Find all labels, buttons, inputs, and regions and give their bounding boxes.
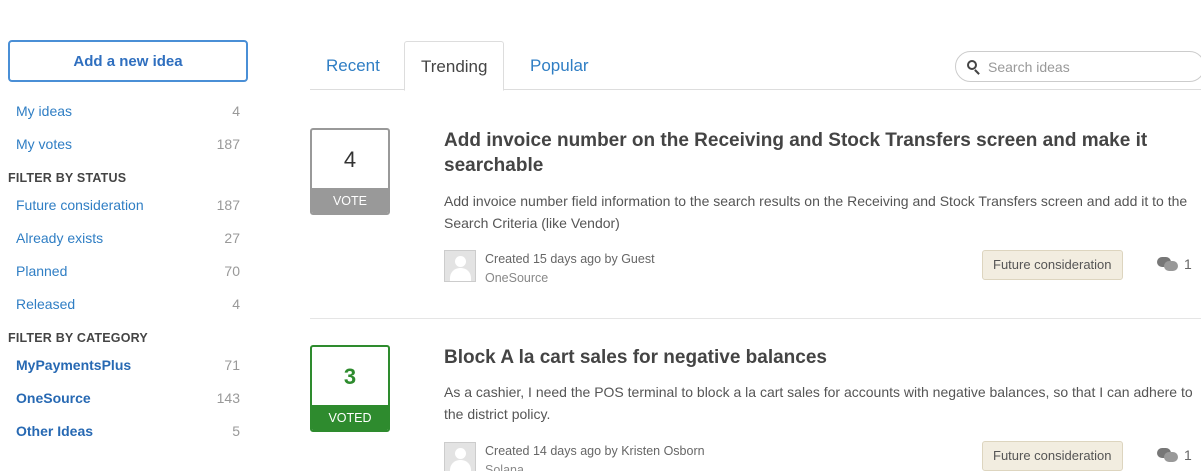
sidebar-item-count: 70 — [224, 262, 240, 279]
personal-filter-list: My ideas 4 My votes 187 — [8, 94, 248, 160]
sidebar-item-count: 5 — [232, 422, 240, 439]
sidebar-item-label[interactable]: MyPaymentsPlus — [16, 357, 131, 373]
search-box[interactable] — [955, 51, 1201, 82]
comments-count: 1 — [1184, 447, 1192, 463]
idea-item: 4 VOTE Add invoice number on the Receivi… — [310, 128, 1201, 298]
sidebar-item-onesource[interactable]: OneSource 143 — [8, 381, 248, 414]
vote-label: VOTED — [312, 405, 388, 430]
sidebar-item-label[interactable]: Future consideration — [16, 197, 144, 213]
sidebar-item-count: 187 — [216, 196, 240, 213]
sidebar-item-count: 4 — [232, 102, 240, 119]
search-icon — [966, 59, 982, 75]
status-filter-heading: FILTER BY STATUS — [8, 171, 127, 185]
sidebar-item-label[interactable]: Other Ideas — [16, 423, 93, 439]
category-filter-list: MyPaymentsPlus 71 OneSource 143 Other Id… — [8, 348, 248, 447]
vote-button[interactable]: 4 VOTE — [310, 128, 390, 215]
status-badge: Future consideration — [982, 250, 1123, 280]
voted-button[interactable]: 3 VOTED — [310, 345, 390, 432]
sidebar-item-label[interactable]: My ideas — [16, 103, 72, 119]
idea-title[interactable]: Add invoice number on the Receiving and … — [444, 128, 1174, 178]
vote-count: 3 — [343, 364, 357, 389]
search-input[interactable] — [988, 58, 1188, 75]
idea-meta: Created 15 days ago by Guest OneSource — [444, 250, 655, 288]
status-badge: Future consideration — [982, 441, 1123, 471]
tab-popular[interactable]: Popular — [514, 41, 605, 90]
tab-recent[interactable]: Recent — [310, 41, 396, 90]
sidebar-item-my-ideas[interactable]: My ideas 4 — [8, 94, 248, 127]
avatar — [444, 250, 476, 282]
comments-count: 1 — [1184, 256, 1192, 272]
add-new-idea-button[interactable]: Add a new idea — [8, 40, 248, 82]
status-filter-list: Future consideration 187 Already exists … — [8, 188, 248, 320]
tab-trending[interactable]: Trending — [404, 41, 505, 91]
sidebar-item-future-consideration[interactable]: Future consideration 187 — [8, 188, 248, 221]
comments-link[interactable]: 1 — [1157, 447, 1192, 463]
author-org: Solana — [485, 463, 524, 471]
tab-bar: Recent Trending Popular — [310, 41, 1201, 91]
sidebar-item-label[interactable]: OneSource — [16, 390, 91, 406]
comments-link[interactable]: 1 — [1157, 256, 1192, 272]
sidebar-item-count: 143 — [216, 389, 240, 406]
idea-description: Add invoice number field information to … — [444, 193, 1188, 231]
sidebar-item-other-ideas[interactable]: Other Ideas 5 — [8, 414, 248, 447]
sidebar-item-label[interactable]: Released — [16, 296, 75, 312]
idea-meta: Created 14 days ago by Kristen Osborn So… — [444, 442, 705, 471]
sidebar: Add a new idea My ideas 4 My votes 187 F… — [8, 40, 248, 447]
sidebar-item-mypaymentsplus[interactable]: MyPaymentsPlus 71 — [8, 348, 248, 381]
idea-divider — [310, 318, 1201, 319]
sidebar-item-label[interactable]: Already exists — [16, 230, 103, 246]
created-info: Created 15 days ago by Guest — [485, 252, 655, 266]
sidebar-item-already-exists[interactable]: Already exists 27 — [8, 221, 248, 254]
comments-icon — [1157, 447, 1179, 463]
sidebar-item-released[interactable]: Released 4 — [8, 287, 248, 320]
vote-label: VOTE — [312, 188, 388, 213]
sidebar-item-count: 27 — [224, 229, 240, 246]
sidebar-item-count: 4 — [232, 295, 240, 312]
comments-icon — [1157, 256, 1179, 272]
sidebar-item-my-votes[interactable]: My votes 187 — [8, 127, 248, 160]
sidebar-item-count: 71 — [224, 356, 240, 373]
avatar — [444, 442, 476, 471]
sidebar-item-label[interactable]: My votes — [16, 136, 72, 152]
sidebar-item-count: 187 — [216, 135, 240, 152]
created-info: Created 14 days ago by Kristen Osborn — [485, 444, 705, 458]
sidebar-item-label[interactable]: Planned — [16, 263, 67, 279]
idea-title[interactable]: Block A la cart sales for negative balan… — [444, 345, 1174, 370]
author-org: OneSource — [485, 271, 549, 285]
idea-item: 3 VOTED Block A la cart sales for negati… — [310, 345, 1201, 471]
idea-description: As a cashier, I need the POS terminal to… — [444, 384, 1193, 422]
category-filter-heading: FILTER BY CATEGORY — [8, 331, 148, 345]
vote-count: 4 — [343, 147, 357, 172]
sidebar-item-planned[interactable]: Planned 70 — [8, 254, 248, 287]
